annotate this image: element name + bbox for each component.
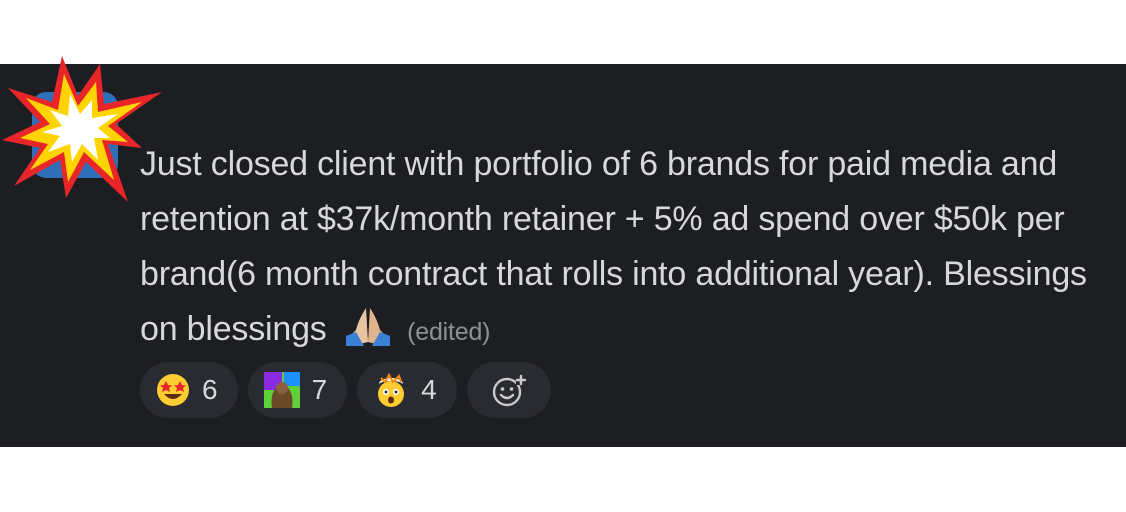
message-text: Just closed client with portfolio of 6 b…: [140, 145, 1087, 348]
reaction-count: 7: [311, 374, 328, 405]
reaction-count: 6: [202, 374, 218, 405]
folded-hands-icon: [345, 308, 390, 346]
reaction-count: 4: [421, 374, 437, 405]
reaction-custom-gorilla[interactable]: 7: [247, 362, 348, 418]
custom-gorilla-emoji-icon: [263, 372, 300, 408]
star-struck-emoji-icon: [157, 374, 189, 406]
reaction-exploding-head[interactable]: 4: [357, 362, 457, 418]
reactions-bar: 6 7 4: [140, 362, 551, 418]
add-reaction-icon: [492, 374, 526, 407]
message-body: Just closed client with portfolio of 6 b…: [140, 137, 1110, 360]
exploding-head-emoji-icon: [378, 372, 405, 407]
reaction-star-struck[interactable]: 6: [140, 362, 238, 418]
add-reaction-button[interactable]: [466, 362, 551, 418]
edited-label: (edited): [407, 318, 491, 346]
